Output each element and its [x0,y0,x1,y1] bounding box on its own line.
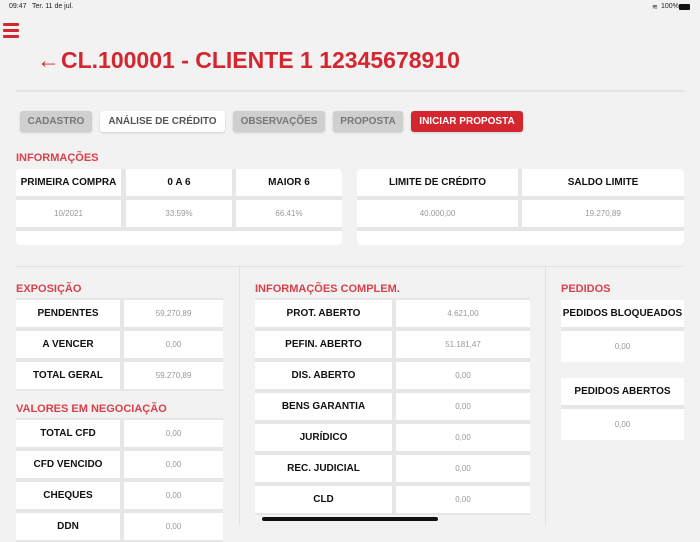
row-value: 0,00 [396,362,530,389]
back-arrow-icon[interactable]: ← [37,47,60,74]
row-value: 4.621,00 [396,300,530,327]
status-time: 09:47 [9,3,27,10]
value-primeira-compra: 10/2021 [16,200,121,227]
row-label: BENS GARANTIA [255,393,392,420]
hamburger-icon[interactable] [3,23,19,38]
row-value: 0,00 [396,455,530,482]
column-divider [545,267,546,525]
row-label: DIS. ABERTO [255,362,392,389]
header-primeira-compra: PRIMEIRA COMPRA [16,169,121,196]
row-label: TOTAL GERAL [16,362,120,389]
pedidos-card-label: PEDIDOS ABERTOS [561,378,684,405]
row-label: CHEQUES [16,482,120,509]
row-label: PEFIN. ABERTO [255,331,392,358]
tab-cadastro[interactable]: CADASTRO [20,111,92,132]
pedidos-card-value: 0,00 [561,409,684,440]
row-value: 0,00 [124,331,223,358]
section-title-informacoes: INFORMAÇÕES [16,152,99,164]
header-saldo-limite: SALDO LIMITE [522,169,684,196]
informacoes-table-right: LIMITE DE CRÉDITO SALDO LIMITE 40.000,00… [357,169,684,245]
row-label: CLD [255,486,392,513]
value-0-a-6: 33.59% [126,200,232,227]
row-label: JURÍDICO [255,424,392,451]
section-title-informacoes-complem: INFORMAÇÕES COMPLEM. [255,283,400,295]
divider [16,90,684,92]
informacoes-table-left: PRIMEIRA COMPRA 0 A 6 MAIOR 6 10/2021 33… [16,169,342,245]
section-title-pedidos: PEDIDOS [561,283,611,295]
row-label: REC. JUDICIAL [255,455,392,482]
value-maior-6: 66.41% [236,200,342,227]
row-value: 59.270,89 [124,362,223,389]
tab-observacoes[interactable]: OBSERVAÇÕES [233,111,325,132]
row-label: PENDENTES [16,300,120,327]
row-value: 0,00 [124,482,223,509]
section-title-valores-em-negociacao: VALORES EM NEGOCIAÇÃO [16,403,167,415]
battery-icon [679,4,690,10]
row-label: TOTAL CFD [16,420,120,447]
status-date: Ter. 11 de jul. [32,3,74,10]
iniciar-proposta-button[interactable]: INICIAR PROPOSTA [411,111,523,132]
row-value: 0,00 [124,451,223,478]
divider [16,266,684,267]
row-value: 51.181,47 [396,331,530,358]
tab-analise-de-credito[interactable]: ANÁLISE DE CRÉDITO [100,111,225,132]
header-maior-6: MAIOR 6 [236,169,342,196]
row-value: 0,00 [396,486,530,513]
battery-level: 100% [661,3,679,10]
pedidos-card-label: PEDIDOS BLOQUEADOS [561,300,684,327]
tab-proposta[interactable]: PROPOSTA [333,111,403,132]
row-label: CFD VENCIDO [16,451,120,478]
section-title-exposicao: EXPOSIÇÃO [16,283,82,295]
row-value: 0,00 [124,513,223,540]
row-value: 59.270,89 [124,300,223,327]
row-label: DDN [16,513,120,540]
row-value: 0,00 [124,420,223,447]
row-value: 0,00 [396,424,530,451]
row-label: PROT. ABERTO [255,300,392,327]
value-limite-de-credito: 40.000,00 [357,200,518,227]
value-saldo-limite: 19.270,89 [522,200,684,227]
column-divider [239,267,240,525]
page-title: CL.100001 - CLIENTE 1 12345678910 [61,47,460,73]
pedidos-card-value: 0,00 [561,331,684,362]
table-footer [357,231,684,245]
header-0-a-6: 0 A 6 [126,169,232,196]
row-value: 0,00 [396,393,530,420]
table-footer [16,231,342,245]
home-indicator [262,517,438,521]
row-label: A VENCER [16,331,120,358]
header-limite-de-credito: LIMITE DE CRÉDITO [357,169,518,196]
wifi-icon: ≋ [652,4,658,11]
